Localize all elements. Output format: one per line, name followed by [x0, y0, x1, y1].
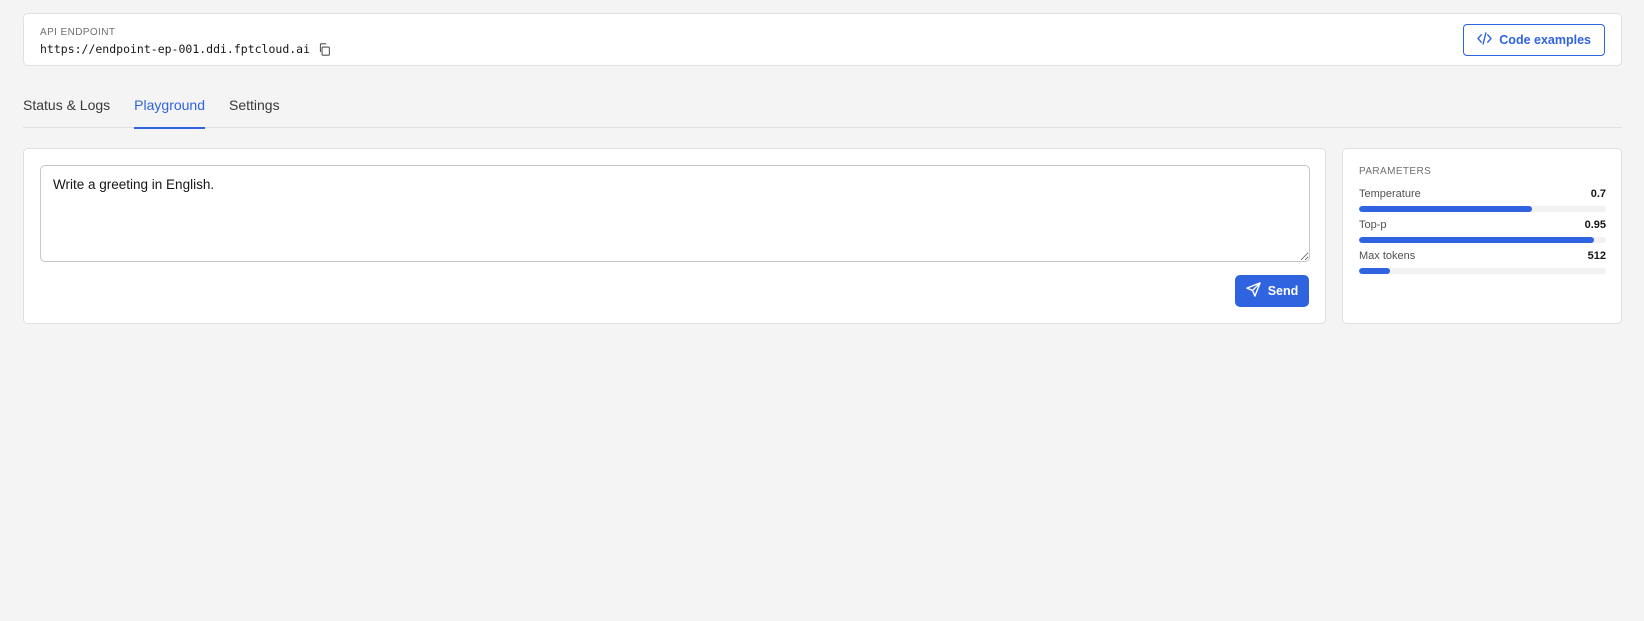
code-examples-button[interactable]: Code examples — [1463, 24, 1605, 56]
tab-settings[interactable]: Settings — [229, 95, 280, 128]
endpoint-url: https://endpoint-ep-001.ddi.fptcloud.ai — [40, 42, 311, 56]
param-max-tokens-row: Max tokens 512 — [1359, 249, 1606, 263]
param-label: Max tokens — [1359, 250, 1416, 262]
param-label: Top-p — [1359, 219, 1387, 231]
tab-bar: Status & Logs Playground Settings — [23, 95, 1622, 129]
endpoint-url-row: https://endpoint-ep-001.ddi.fptcloud.ai — [40, 41, 332, 57]
max-tokens-slider-fill — [1359, 268, 1390, 274]
endpoint-bar: API ENDPOINT https://endpoint-ep-001.ddi… — [23, 13, 1622, 66]
param-value: 0.95 — [1584, 219, 1606, 231]
endpoint-label: API ENDPOINT — [40, 27, 116, 38]
code-examples-label: Code examples — [1499, 33, 1591, 47]
top-p-slider-fill — [1359, 237, 1594, 243]
param-value: 0.7 — [1590, 188, 1606, 200]
param-value: 512 — [1587, 250, 1606, 262]
send-label: Send — [1267, 284, 1299, 298]
param-temperature-row: Temperature 0.7 — [1359, 187, 1606, 201]
param-top-p: Top-p 0.95 — [1359, 218, 1606, 243]
tab-playground[interactable]: Playground — [134, 95, 205, 129]
param-max-tokens: Max tokens 512 — [1359, 249, 1606, 274]
prompt-card: Send — [23, 148, 1326, 324]
send-icon — [1245, 282, 1261, 300]
prompt-input[interactable] — [40, 165, 1310, 262]
param-top-p-row: Top-p 0.95 — [1359, 218, 1606, 232]
send-button[interactable]: Send — [1235, 275, 1309, 307]
tab-status-logs[interactable]: Status & Logs — [23, 95, 110, 128]
parameters-title: PARAMETERS — [1359, 166, 1432, 177]
temperature-slider[interactable] — [1359, 206, 1606, 212]
parameters-panel: PARAMETERS Temperature 0.7 Top-p 0.95 Ma… — [1342, 148, 1622, 324]
temperature-slider-fill — [1359, 206, 1532, 212]
max-tokens-slider[interactable] — [1359, 268, 1606, 274]
param-label: Temperature — [1359, 188, 1421, 200]
code-icon — [1477, 32, 1492, 48]
top-p-slider[interactable] — [1359, 237, 1606, 243]
param-temperature: Temperature 0.7 — [1359, 187, 1606, 212]
copy-icon[interactable] — [316, 41, 332, 57]
